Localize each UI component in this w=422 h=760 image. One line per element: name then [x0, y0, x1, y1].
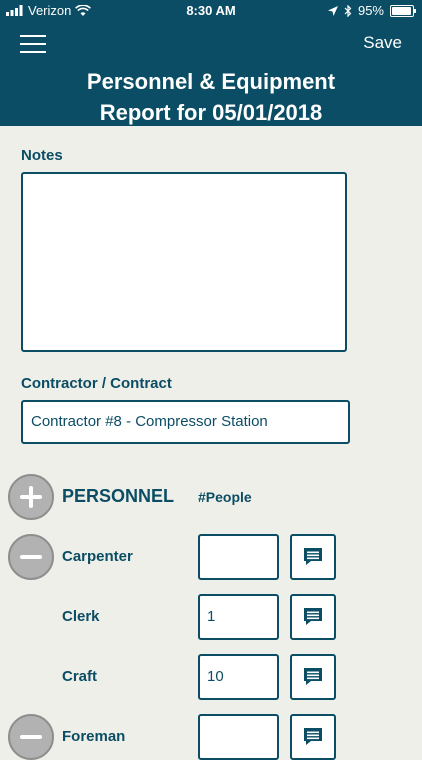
- save-button[interactable]: Save: [363, 33, 402, 53]
- status-bar: Verizon 8:30 AM 95%: [0, 0, 422, 22]
- comment-button[interactable]: [290, 654, 336, 700]
- page-title-line1: Personnel & Equipment: [86, 69, 336, 94]
- battery-fill: [392, 6, 411, 15]
- remove-row-icon[interactable]: [8, 534, 54, 580]
- comment-icon: [304, 728, 322, 745]
- people-count-header: #People: [198, 489, 252, 505]
- contractor-select[interactable]: Contractor #8 - Compressor Station: [21, 400, 350, 444]
- personnel-row-label: Clerk: [62, 608, 100, 625]
- notes-label: Notes: [21, 147, 63, 164]
- comment-icon: [304, 548, 322, 565]
- comment-button[interactable]: [290, 714, 336, 760]
- page-title: Personnel & Equipment Report for 05/01/2…: [0, 66, 422, 128]
- personnel-row-label: Craft: [62, 668, 98, 685]
- notes-textarea[interactable]: [21, 172, 347, 352]
- battery-percent: 95%: [357, 3, 384, 18]
- people-count-input[interactable]: 1: [198, 594, 279, 640]
- contractor-label: Contractor / Contract: [21, 375, 172, 392]
- nav-bar: Save Personnel & Equipment Report for 05…: [0, 22, 422, 126]
- comment-icon: [304, 668, 322, 685]
- comment-button[interactable]: [290, 594, 336, 640]
- battery-icon: [390, 4, 416, 17]
- comment-icon: [304, 608, 322, 625]
- people-count-input[interactable]: 10: [198, 654, 279, 700]
- hamburger-menu-icon[interactable]: [20, 33, 46, 55]
- personnel-heading: PERSONNEL: [62, 486, 175, 506]
- status-right: 95%: [327, 3, 416, 18]
- page-title-line2: Report for 05/01/2018: [99, 100, 323, 125]
- people-count-input[interactable]: [198, 534, 279, 580]
- remove-row-icon[interactable]: [8, 714, 54, 760]
- personnel-row-label: Carpenter: [62, 548, 133, 565]
- bluetooth-icon: [344, 4, 352, 17]
- location-icon: [327, 5, 338, 16]
- personnel-row-label: Foreman: [62, 728, 126, 745]
- comment-button[interactable]: [290, 534, 336, 580]
- add-personnel-icon[interactable]: [8, 474, 54, 520]
- people-count-input[interactable]: [198, 714, 279, 760]
